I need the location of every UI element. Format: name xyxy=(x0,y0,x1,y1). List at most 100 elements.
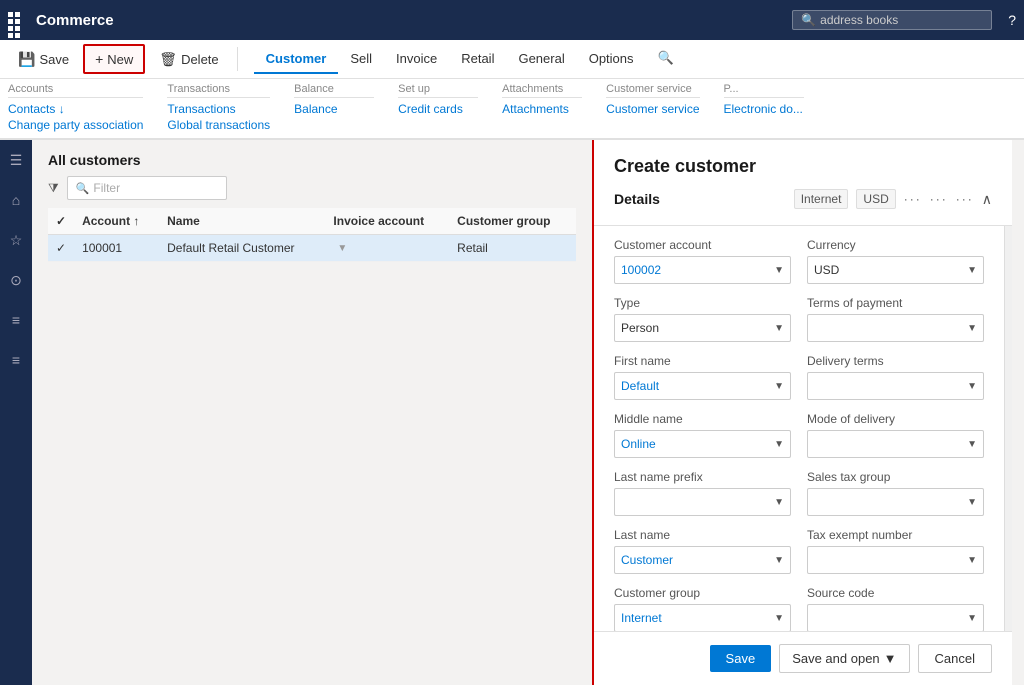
electronic-doc-link[interactable]: Electronic do... xyxy=(724,102,804,116)
first-name-select[interactable]: Default ▼ xyxy=(614,372,791,400)
customer-group-select[interactable]: Internet ▼ xyxy=(614,604,791,631)
dots1[interactable]: ··· xyxy=(904,192,922,206)
delivery-terms-label: Delivery terms xyxy=(807,354,984,368)
col-customer-group[interactable]: Customer group xyxy=(449,208,576,235)
col-account[interactable]: Account ↑ xyxy=(74,208,159,235)
ribbon-sub-balance: Balance Balance xyxy=(294,83,374,116)
usd-badge[interactable]: USD xyxy=(856,189,895,209)
terms-of-payment-select[interactable]: ▼ xyxy=(807,314,984,342)
customer-group-label: Customer group xyxy=(614,586,791,600)
filter-bar: ⧩ 🔍 Filter xyxy=(48,176,576,200)
internet-badge[interactable]: Internet xyxy=(794,189,849,209)
ribbon-sub: Accounts Contacts ↓ Change party associa… xyxy=(0,79,1024,139)
funnel-icon[interactable]: ⧩ xyxy=(48,181,59,196)
middle-name-select[interactable]: Online ▼ xyxy=(614,430,791,458)
mode-of-delivery-select[interactable]: ▼ xyxy=(807,430,984,458)
type-select[interactable]: Person ▼ xyxy=(614,314,791,342)
customer-group-arrow: ▼ xyxy=(774,613,784,624)
save-button[interactable]: 💾 Save xyxy=(8,46,79,73)
save-button-form[interactable]: Save xyxy=(710,645,772,672)
delivery-terms-arrow: ▼ xyxy=(967,381,977,392)
sidebar: ☰ ⌂ ☆ ⊙ ≡ ≡ xyxy=(0,140,32,685)
sidebar-star-icon[interactable]: ☆ xyxy=(4,228,28,252)
sidebar-home-icon[interactable]: ⌂ xyxy=(4,188,28,212)
search-bar[interactable]: 🔍 xyxy=(792,10,992,30)
field-type: Type Person ▼ xyxy=(614,296,791,342)
sidebar-list-icon[interactable]: ≡ xyxy=(4,308,28,332)
filter-search-icon: 🔍 xyxy=(76,182,90,195)
sidebar-recent-icon[interactable]: ⊙ xyxy=(4,268,28,292)
dropdown-arrow[interactable]: ▼ xyxy=(337,243,347,254)
tab-invoice[interactable]: Invoice xyxy=(384,45,449,74)
table-row[interactable]: ✓ 100001 Default Retail Customer ▼ Retai… xyxy=(48,235,576,262)
scrollbar[interactable] xyxy=(1004,226,1012,631)
tab-search[interactable]: 🔍 xyxy=(646,44,686,74)
currency-select[interactable]: USD ▼ xyxy=(807,256,984,284)
list-title: All customers xyxy=(48,152,576,168)
accounts-contacts[interactable]: Contacts ↓ xyxy=(8,102,143,116)
dots3[interactable]: ··· xyxy=(956,192,974,206)
col-invoice-account[interactable]: Invoice account xyxy=(325,208,449,235)
ribbon-sub-transactions: Transactions Transactions Global transac… xyxy=(167,83,270,132)
source-code-select[interactable]: ▼ xyxy=(807,604,984,631)
field-middle-name: Middle name Online ▼ xyxy=(614,412,791,458)
row-customer-group: Retail xyxy=(449,235,576,262)
currency-label: Currency xyxy=(807,238,984,252)
customer-account-select[interactable]: 100002 ▼ xyxy=(614,256,791,284)
tab-customer[interactable]: Customer xyxy=(254,45,339,74)
save-icon: 💾 xyxy=(18,51,35,68)
app-grid-icon[interactable] xyxy=(8,12,24,28)
row-account: 100001 xyxy=(74,235,159,262)
sales-tax-group-label: Sales tax group xyxy=(807,470,984,484)
field-terms-of-payment: Terms of payment ▼ xyxy=(807,296,984,342)
tax-exempt-number-select[interactable]: ▼ xyxy=(807,546,984,574)
credit-cards-link[interactable]: Credit cards xyxy=(398,102,478,116)
last-name-prefix-label: Last name prefix xyxy=(614,470,791,484)
tab-options[interactable]: Options xyxy=(577,45,646,74)
transactions-link[interactable]: Transactions xyxy=(167,102,270,116)
sales-tax-group-select[interactable]: ▼ xyxy=(807,488,984,516)
global-transactions-link[interactable]: Global transactions xyxy=(167,118,270,132)
tab-sell[interactable]: Sell xyxy=(338,45,384,74)
new-button[interactable]: + New xyxy=(83,44,145,74)
row-name: Default Retail Customer xyxy=(159,235,325,262)
main-area: ☰ ⌂ ☆ ⊙ ≡ ≡ All customers ⧩ 🔍 Filter ✓ A… xyxy=(0,140,1024,685)
filter-placeholder: Filter xyxy=(93,181,120,195)
collapse-icon[interactable]: ∧ xyxy=(982,191,992,208)
delivery-terms-select[interactable]: ▼ xyxy=(807,372,984,400)
field-last-name: Last name Customer ▼ xyxy=(614,528,791,574)
source-code-arrow: ▼ xyxy=(967,613,977,624)
divider xyxy=(237,47,238,71)
attachments-link[interactable]: Attachments xyxy=(502,102,582,116)
tab-retail[interactable]: Retail xyxy=(449,45,506,74)
search-input[interactable] xyxy=(820,13,970,27)
last-name-select[interactable]: Customer ▼ xyxy=(614,546,791,574)
field-mode-of-delivery: Mode of delivery ▼ xyxy=(807,412,984,458)
tab-general[interactable]: General xyxy=(506,45,576,74)
sidebar-menu-icon[interactable]: ☰ xyxy=(4,148,28,172)
first-name-label: First name xyxy=(614,354,791,368)
row-check: ✓ xyxy=(48,235,74,262)
field-tax-exempt-number: Tax exempt number ▼ xyxy=(807,528,984,574)
section-details-title: Details xyxy=(614,191,660,207)
ribbon-tabs: Customer Sell Invoice Retail General Opt… xyxy=(246,44,694,74)
last-name-prefix-select[interactable]: ▼ xyxy=(614,488,791,516)
sidebar-settings-icon[interactable]: ≡ xyxy=(4,348,28,372)
tax-exempt-number-arrow: ▼ xyxy=(967,555,977,566)
col-name[interactable]: Name xyxy=(159,208,325,235)
save-and-open-button[interactable]: Save and open ▼ xyxy=(779,644,909,673)
terms-of-payment-arrow: ▼ xyxy=(967,323,977,334)
customer-account-label: Customer account xyxy=(614,238,791,252)
new-icon: + xyxy=(95,51,103,67)
search-icon: 🔍 xyxy=(801,13,816,27)
cancel-button[interactable]: Cancel xyxy=(918,644,992,673)
delete-button[interactable]: 🗑 Delete xyxy=(149,46,228,73)
dots2[interactable]: ··· xyxy=(930,192,948,206)
balance-link[interactable]: Balance xyxy=(294,102,374,116)
filter-input-container[interactable]: 🔍 Filter xyxy=(67,176,227,200)
accounts-change-party[interactable]: Change party association xyxy=(8,118,143,132)
help-icon[interactable]: ? xyxy=(1008,12,1016,28)
currency-arrow: ▼ xyxy=(967,265,977,276)
panel-footer: Save Save and open ▼ Cancel xyxy=(594,631,1012,685)
customer-service-link[interactable]: Customer service xyxy=(606,102,699,116)
